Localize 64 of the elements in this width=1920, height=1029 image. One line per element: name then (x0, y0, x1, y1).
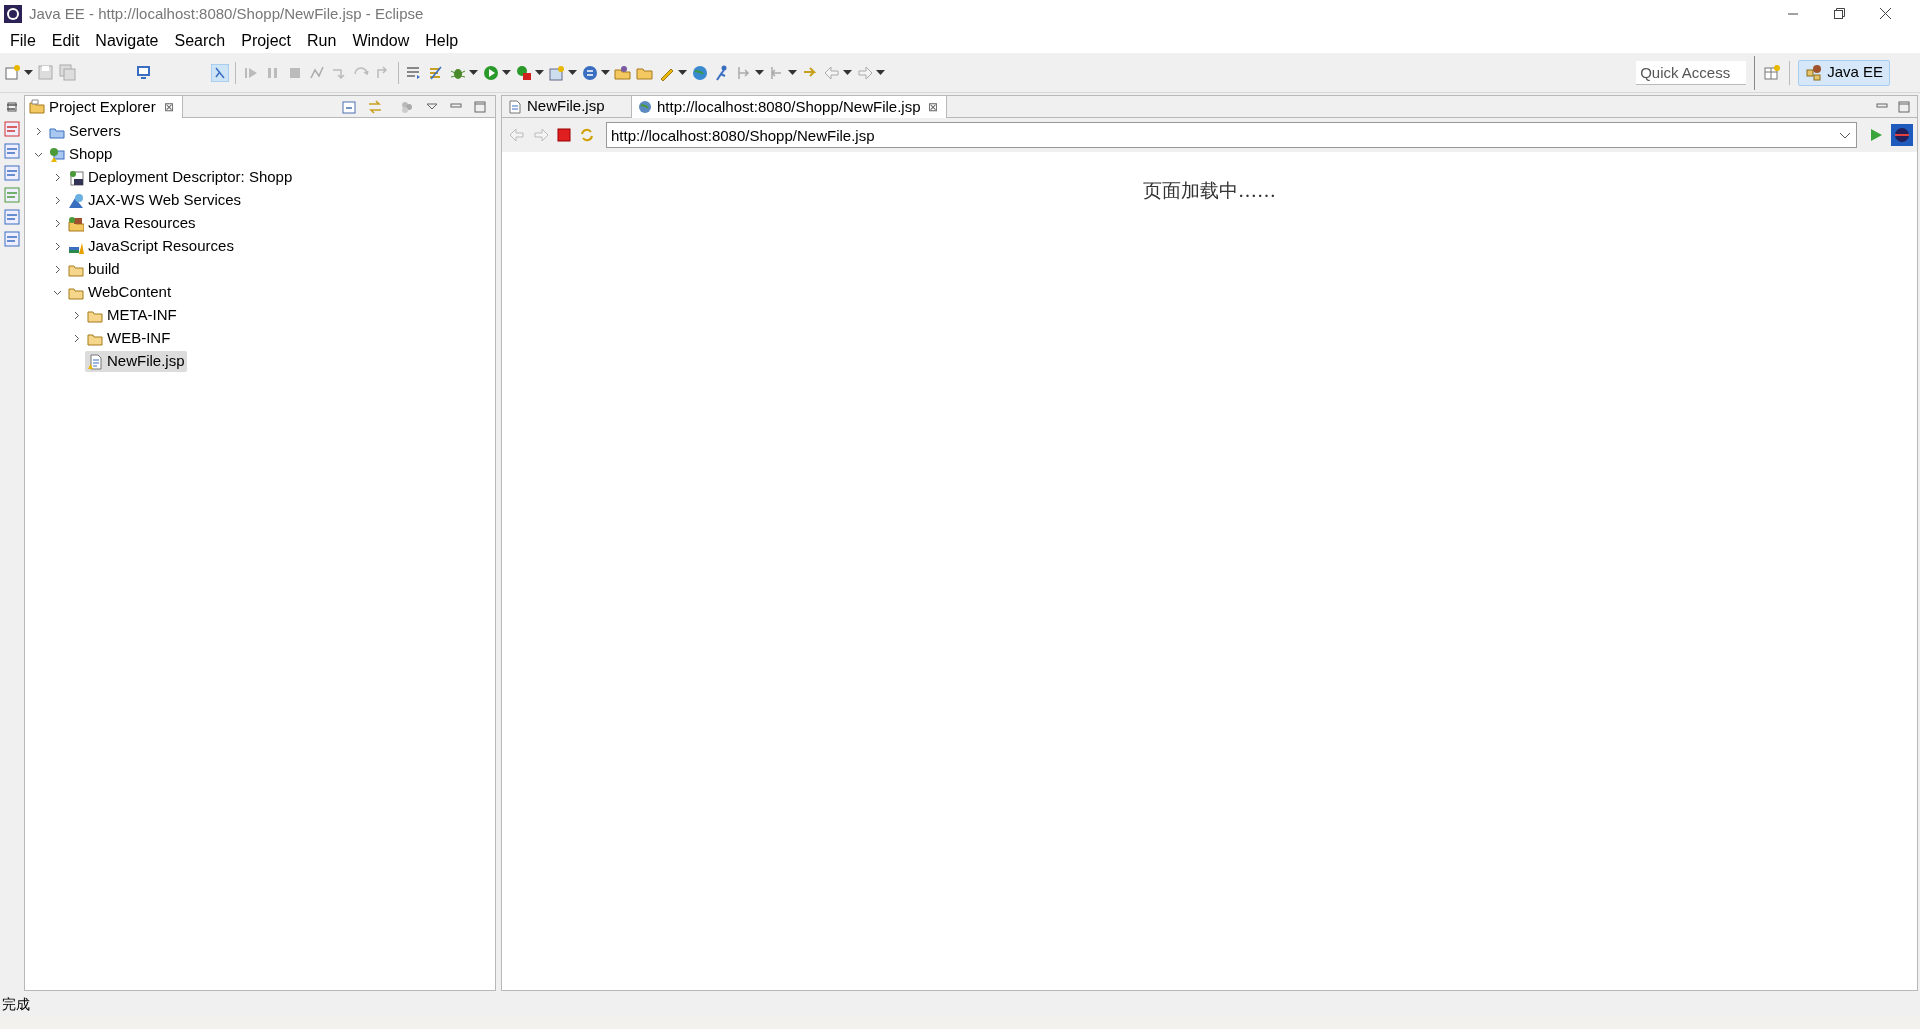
perspective-icon (1805, 63, 1824, 82)
refresh-icon[interactable] (578, 126, 596, 144)
open-perspective-icon[interactable] (1763, 63, 1782, 82)
menu-item[interactable]: Run (299, 28, 345, 53)
tree-item[interactable]: WEB-INF (85, 328, 173, 349)
project-explorer-tab[interactable]: Project Explorer ⊠ (25, 96, 183, 118)
tree-item[interactable]: Deployment Descriptor: Shopp (66, 167, 295, 188)
menu-item[interactable]: Help (417, 28, 467, 53)
dropdown-icon[interactable] (678, 68, 687, 77)
stop-icon[interactable] (556, 127, 572, 143)
page-text: 页面加载中…… (1143, 178, 1276, 200)
dropdown-icon[interactable] (843, 68, 852, 77)
close-tab-icon[interactable]: ⊠ (927, 98, 938, 116)
back-icon[interactable] (508, 126, 526, 144)
dropdown-icon[interactable] (788, 68, 797, 77)
eclipse-logo-icon (3, 4, 23, 24)
dropdown-icon[interactable] (876, 68, 885, 77)
file-icon (87, 353, 103, 370)
dropdown-icon[interactable] (755, 68, 764, 77)
tree-item[interactable]: Shopp (47, 144, 115, 165)
view-title: Project Explorer (49, 96, 156, 117)
forward-icon[interactable] (532, 126, 550, 144)
expanded-chevron-icon[interactable] (52, 288, 62, 297)
tree-item[interactable]: Java Resources (66, 213, 198, 234)
menu-item[interactable]: Project (233, 28, 299, 53)
close-tab-icon[interactable]: ⊠ (163, 98, 174, 116)
java-ee-perspective-button[interactable]: Java EE (1798, 59, 1890, 86)
tree-item[interactable]: META-INF (85, 305, 179, 326)
menu-item[interactable]: Search (166, 28, 234, 53)
pointer-icon[interactable] (211, 63, 229, 82)
map-icon[interactable] (4, 187, 20, 203)
menu-item[interactable]: File (2, 28, 44, 53)
dropdown-icon[interactable] (535, 68, 544, 77)
expanded-chevron-icon[interactable] (33, 150, 43, 159)
dropdown-icon[interactable] (469, 68, 478, 77)
link-arrows-icon[interactable] (367, 98, 383, 115)
tree-item[interactable]: JavaScript Resources (66, 236, 236, 257)
globe-icon (1891, 124, 1913, 146)
window-title: Java EE - http://localhost:8080/Shopp/NewFile.jsp - Eclipse (29, 3, 424, 24)
tree-item[interactable]: JAX-WS Web Services (66, 190, 244, 211)
menu-item[interactable]: Edit (43, 28, 88, 53)
dropdown-icon[interactable] (502, 68, 511, 77)
open-type-icon[interactable] (614, 63, 632, 82)
dropdown-icon[interactable] (601, 68, 610, 77)
tree-item[interactable]: build (66, 259, 122, 280)
dropdown-icon[interactable] (24, 68, 33, 77)
maximize-view-icon[interactable] (473, 99, 487, 114)
save-all-icon[interactable] (59, 63, 77, 82)
status-text: 完成 (2, 995, 30, 1014)
file-icon (508, 99, 522, 114)
run-icon[interactable] (482, 63, 500, 82)
tree-item[interactable]: NewFile.jsp (85, 351, 187, 372)
tree-item[interactable]: Servers (47, 121, 123, 142)
dropdown-icon[interactable] (568, 68, 577, 77)
editor-tab[interactable]: http://localhost:8080/Shopp/NewFile.jsp ⊠ (632, 96, 947, 118)
quick-access-field[interactable]: Quick Access (1636, 60, 1747, 85)
maximize-view-icon[interactable] (1897, 99, 1911, 114)
run-server-icon[interactable] (515, 63, 533, 82)
url-field[interactable]: http://localhost:8080/Shopp/NewFile.jsp (606, 122, 1857, 148)
menu-item[interactable]: Navigate (87, 28, 167, 53)
collapse-all-icon[interactable] (341, 98, 357, 115)
menu-item[interactable]: Window (344, 28, 418, 53)
tree-item[interactable]: WebContent (66, 282, 174, 303)
globe-icon (638, 100, 652, 114)
